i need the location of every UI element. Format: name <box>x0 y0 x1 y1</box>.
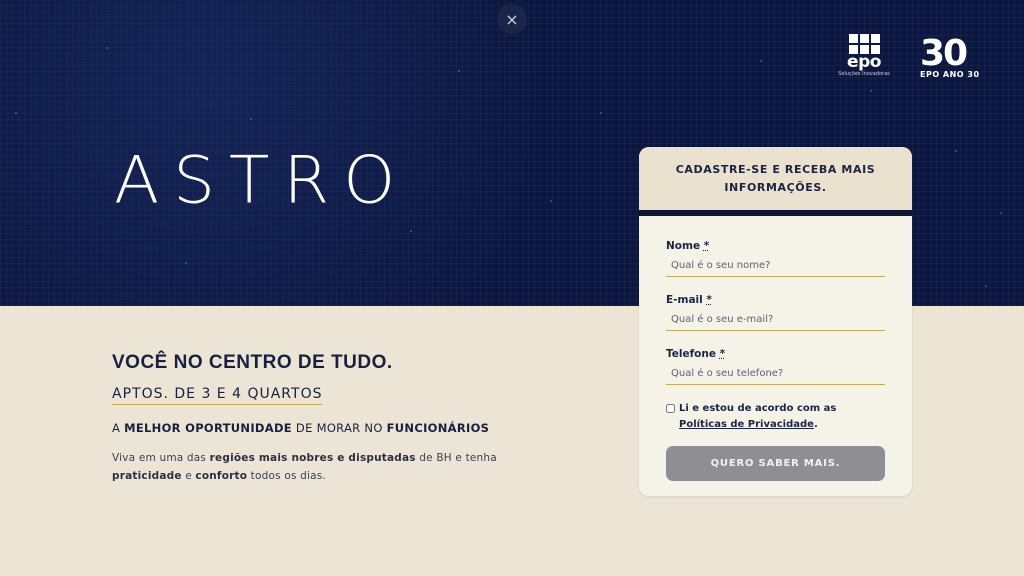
epo-grid-icon <box>836 34 892 54</box>
description-text: todos os dias. <box>247 470 326 482</box>
name-label: Nome * <box>666 240 885 252</box>
phone-label: Telefone * <box>666 348 885 360</box>
close-icon[interactable]: × <box>497 4 527 34</box>
required-mark: * <box>706 294 712 306</box>
anniversary-logo: 30 EPO ANO 30 <box>920 33 982 80</box>
opportunity-text: DE MORAR NO <box>291 421 387 435</box>
epo-wordmark: epo <box>847 52 881 72</box>
apartments-subtitle: APTOS. DE 3 E 4 QUARTOS <box>112 386 323 405</box>
phone-input[interactable] <box>666 363 885 385</box>
email-field-group: E-mail * <box>666 294 885 331</box>
description-bold: conforto <box>195 470 248 482</box>
email-input[interactable] <box>666 309 885 331</box>
headline: VOCÊ NO CENTRO DE TUDO. <box>112 352 393 373</box>
submit-button[interactable]: QUERO SABER MAIS. <box>666 446 885 481</box>
name-label-text: Nome <box>666 240 701 252</box>
intro-section: VOCÊ NO CENTRO DE TUDO. APTOS. DE 3 E 4 … <box>112 352 532 485</box>
email-label: E-mail * <box>666 294 885 306</box>
email-label-text: E-mail <box>666 294 703 306</box>
description-text: Viva em uma das <box>112 452 210 464</box>
form-title: CADASTRE-SE E RECEBA MAIS INFORMAÇÕES. <box>639 147 912 210</box>
anniversary-number: 30 <box>920 33 968 74</box>
privacy-policy-link[interactable]: Políticas de Privacidade <box>679 419 814 430</box>
privacy-checkbox[interactable] <box>666 404 675 413</box>
consent-label: Li e estou de acordo com as Políticas de… <box>679 401 885 433</box>
consent-text: Li e estou de acordo com as <box>679 403 837 414</box>
description: Viva em uma das regiões mais nobres e di… <box>112 449 532 485</box>
privacy-consent: Li e estou de acordo com as Políticas de… <box>666 401 885 433</box>
phone-label-text: Telefone <box>666 348 716 360</box>
lead-form: CADASTRE-SE E RECEBA MAIS INFORMAÇÕES. N… <box>639 147 912 496</box>
project-logo: ASTRO <box>114 142 410 219</box>
opportunity-text: A <box>112 421 125 435</box>
opportunity-bold: MELHOR OPORTUNIDADE <box>124 421 292 435</box>
required-mark: * <box>703 240 710 252</box>
anniversary-text: EPO ANO 30 <box>920 70 980 79</box>
epo-tagline: Soluções Inovadoras <box>838 71 890 77</box>
epo-logo: epo Soluções Inovadoras <box>836 34 892 77</box>
opportunity-bold: FUNCIONÁRIOS <box>386 421 490 435</box>
description-text: e <box>181 470 196 482</box>
phone-field-group: Telefone * <box>666 348 885 385</box>
description-bold: regiões mais nobres e disputadas <box>209 452 416 464</box>
description-text: de BH e tenha <box>415 452 497 464</box>
description-bold: praticidade <box>112 470 182 482</box>
consent-suffix: . <box>813 419 818 430</box>
name-input[interactable] <box>666 255 885 277</box>
required-mark: * <box>719 348 726 360</box>
name-field-group: Nome * <box>666 240 885 277</box>
opportunity-line: A MELHOR OPORTUNIDADE DE MORAR NO FUNCIO… <box>112 421 532 435</box>
